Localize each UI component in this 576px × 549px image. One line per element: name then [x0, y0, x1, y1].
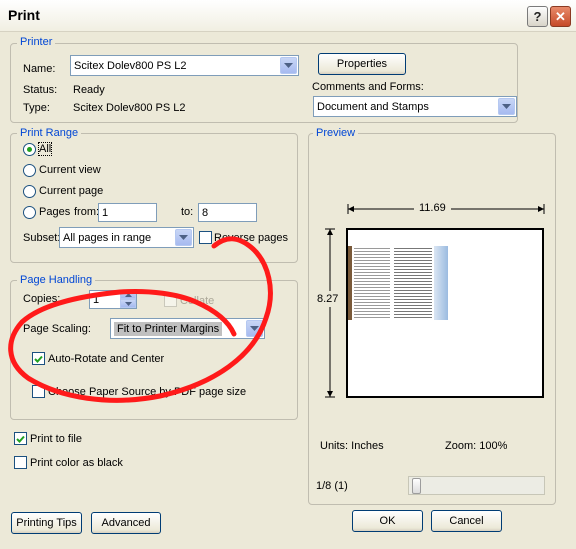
- range-current-page-radio[interactable]: [23, 185, 36, 198]
- spin-up-icon[interactable]: [120, 291, 136, 299]
- reverse-pages-checkbox[interactable]: [199, 231, 212, 244]
- printer-name-value: Scitex Dolev800 PS L2: [74, 59, 187, 72]
- spin-down-icon[interactable]: [120, 299, 136, 308]
- title-bar: [0, 0, 576, 32]
- height-arrow-icon: [325, 228, 335, 398]
- print-color-black-label[interactable]: Print color as black: [30, 457, 123, 469]
- pages-to-input[interactable]: 8: [198, 203, 257, 222]
- cancel-button[interactable]: Cancel: [431, 510, 502, 532]
- printer-group-label: Printer: [17, 36, 56, 48]
- print-color-black-checkbox[interactable]: [14, 456, 27, 469]
- subset-value: All pages in range: [63, 231, 152, 244]
- zoom-text: Zoom: 100%: [445, 440, 508, 452]
- choose-paper-source-checkbox[interactable]: [32, 385, 45, 398]
- comments-forms-value: Document and Stamps: [317, 100, 429, 113]
- printer-name-label: Name:: [23, 63, 56, 75]
- pages-from-input[interactable]: 1: [98, 203, 157, 222]
- preview-group-label: Preview: [313, 127, 359, 139]
- choose-paper-source-label[interactable]: Choose Paper Source by PDF page size: [48, 386, 246, 398]
- range-current-page-label[interactable]: Current page: [39, 185, 103, 197]
- close-icon: ✕: [555, 8, 566, 24]
- chevron-down-icon[interactable]: [280, 57, 297, 74]
- advanced-button[interactable]: Advanced: [91, 512, 161, 534]
- printer-type-value: Scitex Dolev800 PS L2: [73, 102, 186, 114]
- range-current-view-label[interactable]: Current view: [39, 164, 101, 176]
- collate-checkbox[interactable]: [164, 294, 177, 307]
- auto-rotate-checkbox[interactable]: [32, 352, 45, 365]
- chevron-down-icon[interactable]: [246, 320, 263, 337]
- page-scaling-select[interactable]: Fit to Printer Margins: [110, 318, 265, 339]
- page-handling-group-label: Page Handling: [17, 274, 96, 286]
- auto-rotate-label[interactable]: Auto-Rotate and Center: [48, 353, 164, 365]
- range-all-radio[interactable]: [23, 143, 36, 156]
- properties-button[interactable]: Properties: [318, 53, 406, 75]
- print-to-file-checkbox[interactable]: [14, 432, 27, 445]
- page-scaling-value: Fit to Printer Margins: [114, 321, 223, 336]
- range-all-label[interactable]: All: [37, 142, 53, 156]
- range-pages-label[interactable]: Pages: [39, 206, 70, 218]
- range-current-view-radio[interactable]: [23, 164, 36, 177]
- chevron-down-icon[interactable]: [498, 98, 515, 115]
- preview-width-text: 11.69: [414, 202, 451, 214]
- preview-height-text: 8.27: [316, 291, 340, 307]
- window-title: Print: [8, 7, 40, 23]
- printer-status-label: Status:: [23, 84, 58, 96]
- range-pages-radio[interactable]: [23, 206, 36, 219]
- printer-status-value: Ready: [73, 84, 105, 96]
- comments-forms-label: Comments and Forms:: [312, 81, 424, 93]
- pages-from-label: from:: [74, 206, 100, 218]
- checkmark-icon: [16, 435, 25, 443]
- page-scaling-label: Page Scaling:: [23, 323, 91, 335]
- preview-page: [346, 228, 544, 398]
- help-button[interactable]: ?: [527, 6, 548, 27]
- preview-image-strip: [434, 246, 448, 320]
- subset-label: Subset:: [23, 232, 61, 244]
- page-indicator: 1/8 (1): [316, 480, 348, 492]
- copies-label: Copies:: [23, 293, 61, 305]
- preview-text-column: [354, 246, 390, 320]
- slider-thumb[interactable]: [412, 478, 421, 494]
- help-icon: ?: [533, 9, 542, 24]
- preview-page-edge: [348, 246, 352, 320]
- page-slider[interactable]: [408, 476, 545, 495]
- printing-tips-button[interactable]: Printing Tips: [11, 512, 82, 534]
- copies-spin-buttons[interactable]: [120, 291, 136, 308]
- chevron-down-icon[interactable]: [175, 229, 192, 246]
- checkmark-icon: [34, 355, 43, 363]
- print-range-group-label: Print Range: [17, 127, 82, 139]
- print-to-file-label[interactable]: Print to file: [30, 433, 82, 445]
- printer-type-label: Type:: [23, 102, 50, 114]
- collate-label: Collate: [180, 295, 215, 307]
- comments-forms-select[interactable]: Document and Stamps: [313, 96, 517, 117]
- copies-value: 1: [93, 293, 100, 306]
- units-text: Units: Inches: [320, 440, 384, 452]
- subset-select[interactable]: All pages in range: [59, 227, 194, 248]
- pages-to-label: to:: [181, 206, 194, 218]
- reverse-pages-label[interactable]: Reverse pages: [214, 232, 288, 244]
- close-button[interactable]: ✕: [550, 6, 571, 27]
- ok-button[interactable]: OK: [352, 510, 423, 532]
- preview-text-column: [394, 246, 432, 320]
- printer-name-select[interactable]: Scitex Dolev800 PS L2: [70, 55, 299, 76]
